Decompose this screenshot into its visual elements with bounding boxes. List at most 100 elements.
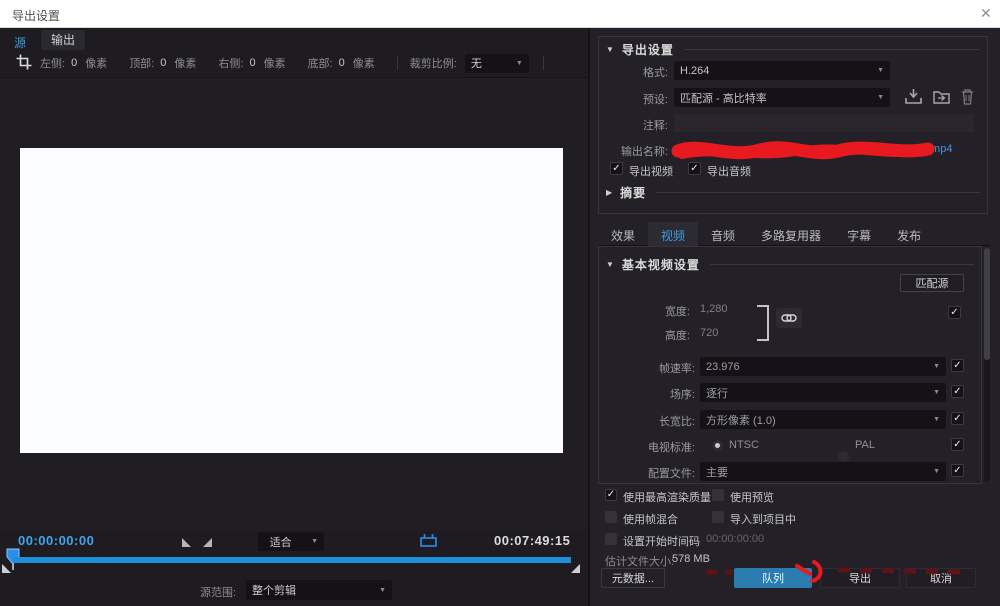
profile-label: 配置文件: [598, 465, 695, 481]
metadata-button[interactable]: 元数据... [601, 568, 665, 588]
import-project-checkbox[interactable] [712, 511, 724, 523]
chevron-down-icon: ▼ [869, 67, 884, 74]
crop-toolbar: 左侧: 0 像素 顶部: 0 像素 右侧: 0 像素 底部: 0 像素 裁剪比例… [40, 50, 556, 76]
estimated-size-value: 578 MB [672, 553, 710, 565]
in-point-icon[interactable] [182, 538, 192, 548]
set-range-icon[interactable] [420, 534, 437, 548]
crop-top-value[interactable]: 0 [160, 57, 166, 69]
crop-right-unit: 像素 [264, 55, 286, 71]
height-label: 高度: [598, 327, 690, 343]
crop-top-unit: 像素 [174, 55, 196, 71]
start-timecode-checkbox[interactable] [605, 533, 617, 545]
preset-dropdown[interactable]: 匹配源 - 高比特率 ▼ [674, 88, 890, 107]
crop-ratio-label: 裁剪比例: [410, 55, 457, 71]
frame-rate-checkbox[interactable]: ✓ [951, 359, 964, 372]
format-dropdown[interactable]: H.264 ▼ [674, 61, 890, 80]
frame-rate-label: 帧速率: [598, 360, 695, 376]
match-source-button[interactable]: 匹配源 [900, 274, 964, 292]
duration-timecode: 00:07:49:15 [494, 533, 570, 548]
width-label: 宽度: [598, 303, 690, 319]
source-range-label: 源范围: [200, 584, 236, 600]
collapse-icon: ▶ [606, 188, 612, 197]
export-settings-dialog: 导出设置 ✕ 源 输出 左侧: 0 像素 顶部: 0 像素 右侧: 0 像素 底… [0, 0, 1000, 606]
aspect-checkbox[interactable]: ✓ [951, 412, 964, 425]
crop-left-value[interactable]: 0 [71, 57, 77, 69]
width-value[interactable]: 1,280 [700, 303, 728, 315]
import-preset-icon[interactable] [933, 89, 951, 105]
close-icon[interactable]: ✕ [980, 5, 992, 22]
tab-source[interactable]: 源 [8, 32, 32, 53]
frame-rate-dropdown[interactable]: 23.976 ▼ [700, 357, 946, 376]
preset-label: 预设: [598, 91, 668, 107]
tab-captions[interactable]: 字幕 [834, 222, 884, 246]
source-range-dropdown[interactable]: 整个剪辑 ▼ [246, 580, 392, 600]
queue-button[interactable]: 队列 [734, 568, 812, 588]
video-frame[interactable] [20, 148, 563, 453]
save-preset-icon[interactable] [905, 89, 922, 105]
start-timecode-value[interactable]: 00:00:00:00 [706, 533, 764, 545]
crop-bottom-unit: 像素 [353, 55, 375, 71]
current-timecode[interactable]: 00:00:00:00 [18, 533, 94, 548]
crop-top-label: 顶部: [129, 55, 154, 71]
export-button[interactable]: 导出 [820, 568, 900, 588]
tab-audio[interactable]: 音频 [698, 222, 748, 246]
basic-video-header[interactable]: ▼ 基本视频设置 [606, 256, 974, 273]
field-order-checkbox[interactable]: ✓ [951, 385, 964, 398]
export-audio-checkbox[interactable]: ✓ [688, 162, 701, 175]
field-order-dropdown[interactable]: 逐行 ▼ [700, 383, 946, 402]
chevron-down-icon: ▼ [925, 416, 940, 423]
start-timecode-label: 设置开始时间码 [623, 533, 700, 549]
import-project-label: 导入到项目中 [730, 511, 796, 527]
tv-standard-label: 电视标准: [598, 439, 695, 455]
summary-header[interactable]: ▶ 摘要 [606, 184, 980, 201]
range-handle-right[interactable] [571, 564, 580, 573]
highest-quality-checkbox[interactable]: ✓ [605, 489, 617, 501]
frame-blending-label: 使用帧混合 [623, 511, 678, 527]
crop-icon[interactable] [16, 54, 32, 70]
crop-bottom-value[interactable]: 0 [339, 57, 345, 69]
output-name-link[interactable]: .mp4 [674, 141, 974, 159]
link-dimensions-toggle[interactable] [776, 308, 802, 328]
export-audio-label: 导出音频 [707, 163, 751, 179]
tab-publish[interactable]: 发布 [884, 222, 934, 246]
zoom-level-dropdown[interactable]: 适合 ▼ [258, 532, 324, 551]
size-checkbox[interactable]: ✓ [948, 306, 961, 319]
export-settings-header[interactable]: ▼ 导出设置 [606, 41, 980, 58]
chain-link-icon [781, 313, 797, 323]
use-previews-checkbox[interactable] [712, 489, 724, 501]
ntsc-radio[interactable] [712, 440, 723, 451]
tab-effects[interactable]: 效果 [598, 222, 648, 246]
crop-ratio-dropdown[interactable]: 无 ▼ [465, 54, 529, 73]
frame-blending-checkbox[interactable] [605, 511, 617, 523]
chevron-down-icon: ▼ [925, 363, 940, 370]
dimension-bracket [757, 305, 769, 341]
toolbar-divider [543, 56, 544, 70]
timeline-bar[interactable] [13, 557, 571, 563]
title-bar: 导出设置 ✕ [0, 0, 1000, 28]
cancel-button[interactable]: 取消 [906, 568, 976, 588]
chevron-down-icon: ▼ [925, 468, 940, 475]
delete-preset-icon[interactable] [961, 89, 974, 105]
chevron-down-icon: ▼ [869, 94, 884, 101]
aspect-dropdown[interactable]: 方形像素 (1.0) ▼ [700, 410, 946, 429]
tv-standard-checkbox[interactable]: ✓ [951, 438, 964, 451]
crop-right-value[interactable]: 0 [249, 57, 255, 69]
comment-input[interactable] [674, 114, 974, 132]
crop-left-label: 左侧: [40, 55, 65, 71]
comment-label: 注释: [598, 117, 668, 133]
export-video-checkbox[interactable]: ✓ [610, 162, 623, 175]
height-value[interactable]: 720 [700, 327, 718, 339]
tab-multiplexer[interactable]: 多路复用器 [748, 222, 834, 246]
tab-output[interactable]: 输出 [40, 29, 86, 50]
toolbar-divider [397, 56, 398, 70]
profile-checkbox[interactable]: ✓ [951, 464, 964, 477]
out-point-icon[interactable] [203, 538, 213, 548]
collapse-icon: ▼ [606, 260, 614, 269]
video-preview-area [0, 77, 588, 530]
scrollbar-thumb[interactable] [984, 248, 990, 360]
profile-dropdown[interactable]: 主要 ▼ [700, 462, 946, 481]
chevron-down-icon: ▼ [925, 389, 940, 396]
pal-radio[interactable] [838, 451, 849, 462]
tab-video[interactable]: 视频 [648, 222, 698, 246]
range-handle-left[interactable] [2, 564, 11, 573]
